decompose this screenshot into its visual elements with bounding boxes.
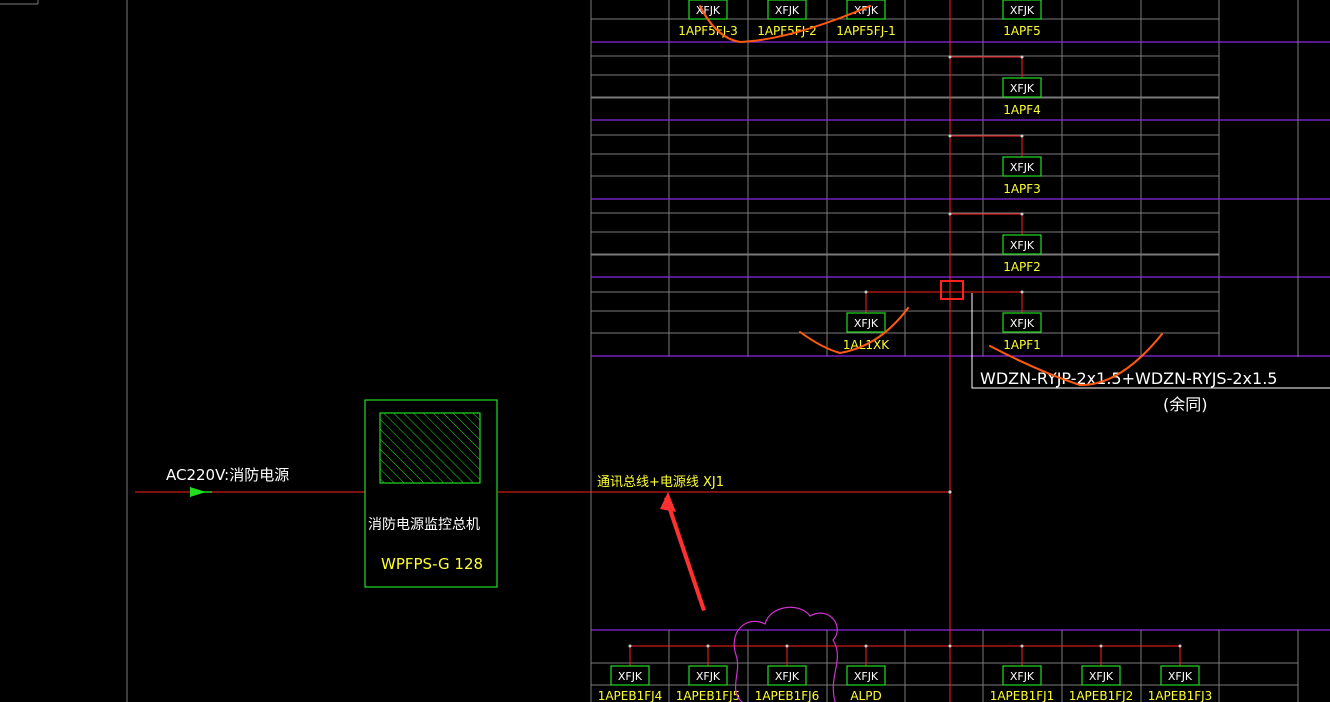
module-tag-label: 1APEB1FJ6 [755,689,820,702]
xfjk-module[interactable]: XFJK ALPD [846,665,886,702]
junction-dot [628,644,632,648]
power-input-label: AC220V:消防电源 [166,466,289,484]
junction-dot [1099,644,1103,648]
module-tag-label: 1APF5FJ-2 [757,24,817,38]
xfjk-module[interactable]: XFJK 1APEB1FJ4 [598,665,663,702]
module-tag-label: 1APEB1FJ2 [1069,689,1134,702]
xfjk-module[interactable]: XFJK 1APEB1FJ3 [1148,665,1213,702]
module-type-label: XFJK [1010,4,1035,17]
module-tag-label: 1APF5FJ-1 [836,24,896,38]
distribution-grid-top [590,0,1330,702]
annotation-arrow-head-icon [660,492,676,512]
module-type-label: XFJK [775,670,800,683]
module-type-label: XFJK [1010,239,1035,252]
monitoring-host[interactable]: 消防电源监控总机 WPFPS-G 128 [364,399,498,588]
junction-dot [948,55,952,59]
junction-dot [706,644,710,648]
module-type-label: XFJK [775,4,800,17]
junction-dot [1020,134,1024,138]
junction-dot [864,644,868,648]
host-title: 消防电源监控总机 [368,517,480,533]
module-type-label: XFJK [1089,670,1114,683]
module-type-label: XFJK [1010,82,1035,95]
module-tag-label: 1APF5FJ-3 [678,24,738,38]
highlight-square [940,280,964,300]
host-screen-icon [379,412,481,484]
xfjk-module[interactable]: XFJK 1APF1 [1002,312,1042,352]
module-tag-label: ALPD [850,689,881,702]
junction-dot [785,644,789,648]
module-tag-label: 1APF3 [1003,182,1041,196]
xfjk-module[interactable]: XFJK 1APF3 [1002,156,1042,196]
cable-spec-label: WDZN-RYJP-2x1.5+WDZN-RYJS-2x1.5 [980,369,1277,388]
junction-dot [864,290,868,294]
module-tag-label: 1APEB1FJ4 [598,689,663,702]
module-tag-label: 1APF2 [1003,260,1041,274]
xfjk-module[interactable]: XFJK 1APF5 [1002,0,1042,38]
junction-dot [1178,644,1182,648]
comm-bus-label: 通讯总线+电源线 XJ1 [597,475,724,490]
junction-dot [1020,290,1024,294]
module-tag-label: 1APF4 [1003,103,1041,117]
cad-drawing-canvas[interactable]: XFJK 1APF5FJ-3 XFJK 1APF5FJ-2 XFJK 1APF5FJ-1 X… [0,0,1330,702]
module-tag-label: 1APEB1FJ3 [1148,689,1213,702]
junction-dot [948,212,952,216]
xfjk-module[interactable]: XFJK 1APF2 [1002,234,1042,274]
junction-dot [948,644,952,648]
module-type-label: XFJK [1010,670,1035,683]
junction-dot [1020,644,1024,648]
module-type-label: XFJK [854,670,879,683]
xfjk-module[interactable]: XFJK1AL1XK [843,312,890,352]
xfjk-module[interactable]: XFJK 1APEB1FJ2 [1069,665,1134,702]
module-type-label: XFJK [1010,161,1035,174]
host-model: WPFPS-G 128 [381,555,483,573]
module-type-label: XFJK [854,317,879,330]
annotation-arrow-shaft [664,497,706,611]
bus-junction-dot [948,490,952,494]
module-tag-label: 1APF5 [1003,24,1041,38]
junction-dot [1020,212,1024,216]
cable-spec-note: (余同) [1163,395,1208,414]
xfjk-module[interactable]: XFJK 1APEB1FJ1 [990,665,1055,702]
module-type-label: XFJK [1168,670,1193,683]
module-tag-label: 1APF1 [1003,338,1041,352]
module-type-label: XFJK [618,670,643,683]
module-type-label: XFJK [1010,317,1035,330]
module-tag-label: 1APEB1FJ5 [676,689,741,702]
module-tag-label: 1APEB1FJ1 [990,689,1055,702]
module-type-label: XFJK [696,670,721,683]
revision-cloud [733,606,838,702]
xfjk-module[interactable]: XFJK 1APEB1FJ6 [755,665,820,702]
junction-dot [1020,55,1024,59]
xfjk-module[interactable]: XFJK 1APEB1FJ5 [676,665,741,702]
junction-dot [948,134,952,138]
xfjk-module[interactable]: XFJK 1APF4 [1002,77,1042,117]
